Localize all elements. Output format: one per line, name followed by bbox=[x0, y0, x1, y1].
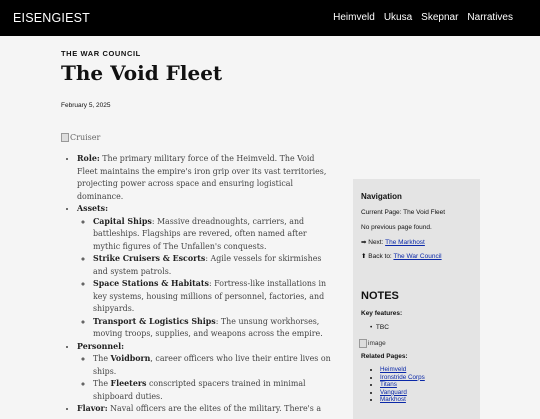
list-item: Strike Cruisers & Escorts: Agile vessels… bbox=[93, 253, 336, 278]
assets-label: Assets: bbox=[77, 204, 109, 213]
nav-link-ukusa[interactable]: Ukusa bbox=[384, 12, 412, 23]
related-pages-list: Heimveld Ironstride Corps Titans Vanguar… bbox=[370, 366, 425, 404]
asset-label: Capital Ships bbox=[93, 216, 152, 226]
publish-date: February 5, 2025 bbox=[61, 102, 111, 109]
category-label[interactable]: THE WAR COUNCIL bbox=[61, 49, 141, 58]
role-label: Role: bbox=[77, 154, 100, 163]
list-item: Capital Ships: Massive dreadnoughts, car… bbox=[93, 216, 336, 254]
key-feature-item: • TBC bbox=[370, 324, 389, 331]
page-title: The Void Fleet bbox=[61, 61, 223, 85]
broken-image-icon bbox=[61, 133, 69, 142]
list-item: Vanguard bbox=[380, 389, 425, 397]
related-pages-heading: Related Pages: bbox=[361, 353, 408, 360]
flavor-text: Naval officers are the elites of the mil… bbox=[107, 404, 322, 413]
article-body: Role: The primary military force of the … bbox=[61, 153, 336, 416]
asset-label: Space Stations & Habitats bbox=[93, 279, 209, 288]
role-text: The primary military force of the Heimve… bbox=[77, 154, 327, 201]
personnel-label: Personnel: bbox=[77, 341, 125, 351]
sidebar: Navigation Current Page: The Void Fleet … bbox=[353, 179, 480, 419]
related-link-markhost[interactable]: Markhost bbox=[380, 396, 406, 403]
personnel-sublist: The Voidborn, career officers who live t… bbox=[77, 353, 336, 403]
key-feature-text: TBC bbox=[375, 324, 389, 331]
next-prefix: ➡ Next: bbox=[361, 239, 386, 246]
nav-link-heimveld[interactable]: Heimveld bbox=[333, 12, 375, 23]
personnel-label: Fleeters bbox=[110, 379, 147, 388]
list-item: The Fleeters conscripted spacers trained… bbox=[93, 378, 336, 403]
next-page-line: ➡ Next: The Markhost bbox=[361, 238, 425, 246]
site-brand[interactable]: EISENGIEST bbox=[13, 11, 90, 25]
personnel-label: Voidborn bbox=[110, 354, 151, 363]
asset-label: Transport & Logistics Ships bbox=[93, 316, 216, 326]
list-item: Ironstride Corps bbox=[380, 374, 425, 382]
sidebar-nav-heading: Navigation bbox=[361, 192, 402, 201]
personnel-prefix: The bbox=[93, 354, 111, 363]
list-item: Transport & Logistics Ships: The unsung … bbox=[93, 316, 336, 341]
nav-link-skepnar[interactable]: Skepnar bbox=[421, 12, 458, 23]
list-item: Markhost bbox=[380, 396, 425, 404]
nav-link-narratives[interactable]: Narratives bbox=[467, 12, 513, 23]
list-item: Titans bbox=[380, 381, 425, 389]
no-previous-text: No previous page found. bbox=[361, 224, 432, 231]
sidebar-image-alt: image bbox=[368, 340, 386, 347]
related-link-heimveld[interactable]: Heimveld bbox=[380, 366, 406, 373]
personnel-prefix: The bbox=[93, 379, 111, 388]
main-nav: Heimveld Ukusa Skepnar Narratives bbox=[333, 12, 513, 23]
sidebar-image: image bbox=[359, 339, 386, 348]
next-page-link[interactable]: The Markhost bbox=[385, 239, 425, 246]
list-item-role: Role: The primary military force of the … bbox=[77, 153, 336, 203]
notes-heading: NOTES bbox=[361, 290, 399, 302]
fact-list: Role: The primary military force of the … bbox=[61, 153, 336, 416]
related-link-titans[interactable]: Titans bbox=[380, 381, 397, 388]
list-item-assets: Assets: Capital Ships: Massive dreadnoug… bbox=[77, 203, 336, 341]
current-page-text: Current Page: The Void Fleet bbox=[361, 209, 446, 216]
list-item-personnel: Personnel: The Voidborn, career officers… bbox=[77, 341, 336, 404]
hero-image: Cruiser bbox=[61, 133, 100, 142]
list-item: Space Stations & Habitats: Fortress-like… bbox=[93, 278, 336, 316]
assets-sublist: Capital Ships: Massive dreadnoughts, car… bbox=[77, 216, 336, 341]
hero-image-alt: Cruiser bbox=[70, 133, 101, 142]
asset-label: Strike Cruisers & Escorts bbox=[93, 254, 206, 263]
list-item: Heimveld bbox=[380, 366, 425, 374]
flavor-label: Flavor: bbox=[77, 404, 108, 413]
back-page-link[interactable]: The War Council bbox=[393, 253, 441, 260]
list-item: The Voidborn, career officers who live t… bbox=[93, 353, 336, 378]
broken-image-icon bbox=[359, 339, 367, 348]
related-link-ironstride-corps[interactable]: Ironstride Corps bbox=[380, 374, 425, 381]
top-navbar: EISENGIEST Heimveld Ukusa Skepnar Narrat… bbox=[0, 0, 540, 36]
key-features-heading: Key features: bbox=[361, 310, 403, 317]
related-link-vanguard[interactable]: Vanguard bbox=[380, 389, 407, 396]
back-page-line: ⬆ Back to: The War Council bbox=[361, 252, 442, 260]
back-prefix: ⬆ Back to: bbox=[361, 253, 394, 260]
